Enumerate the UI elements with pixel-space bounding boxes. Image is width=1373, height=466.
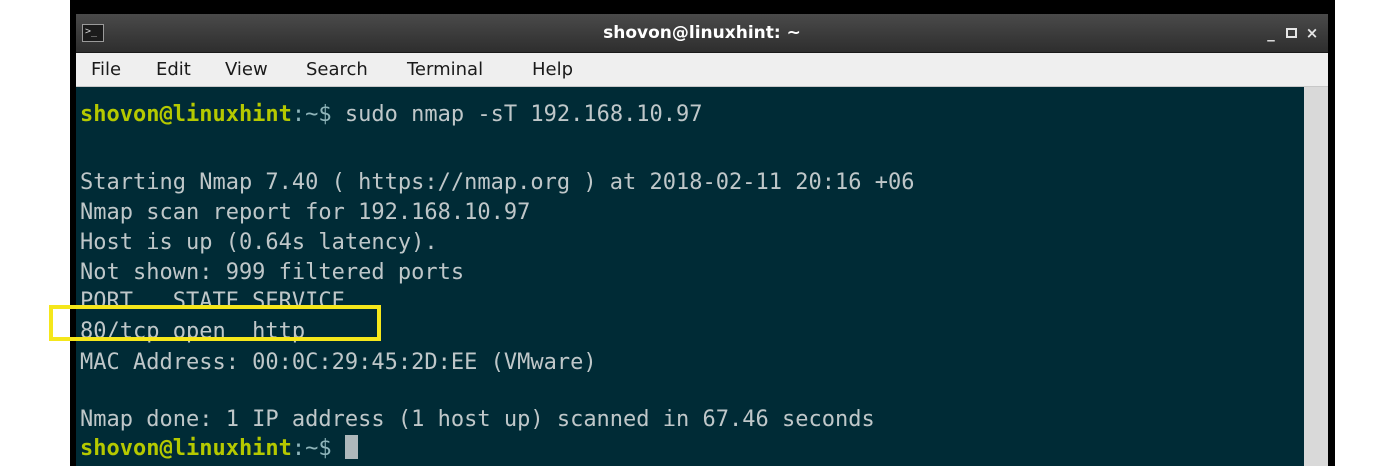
command-text: sudo nmap -sT 192.168.10.97 [331,102,703,127]
menu-item-terminal[interactable]: Terminal [407,53,483,86]
terminal-output[interactable]: shovon@linuxhint:~$ sudo nmap -sT 192.16… [76,87,1304,466]
command-line: shovon@linuxhint:~$ sudo nmap -sT 192.16… [80,100,703,130]
maximize-button[interactable] [1282,23,1300,43]
highlight-box [49,305,381,341]
output-line: Starting Nmap 7.40 ( https://nmap.org ) … [80,170,915,195]
output-line: Not shown: 999 filtered ports [80,260,465,285]
prompt-path: :~$ [291,436,332,461]
text-cursor [344,435,358,459]
prompt-path: :~$ [291,102,332,127]
scrollbar[interactable] [1304,87,1328,466]
menu-item-edit[interactable]: Edit [156,53,191,86]
terminal-window: >_ shovon@linuxhint: ~ _ × File Edit Vie… [76,14,1328,466]
output-line: Nmap done: 1 IP address (1 host up) scan… [80,407,875,432]
close-button[interactable]: × [1303,23,1321,43]
output-line: MAC Address: 00:0C:29:45:2D:EE (VMware) [80,350,597,375]
prompt-user: shovon@linuxhint [80,102,292,127]
maximize-icon [1285,27,1297,38]
prompt-user: shovon@linuxhint [80,436,292,461]
menu-item-search[interactable]: Search [306,53,368,86]
title-bar[interactable]: >_ shovon@linuxhint: ~ _ × [76,14,1328,53]
menu-item-view[interactable]: View [225,53,268,86]
prompt-line: shovon@linuxhint:~$ [80,434,358,464]
output-line: Host is up (0.64s latency). [80,230,438,255]
menu-item-file[interactable]: File [91,53,121,86]
minimize-button[interactable]: _ [1262,23,1280,43]
output-line: Nmap scan report for 192.168.10.97 [80,200,531,225]
menu-item-help[interactable]: Help [532,53,573,86]
window-title: shovon@linuxhint: ~ [603,23,801,43]
menu-bar: File Edit View Search Terminal Help [76,53,1328,87]
